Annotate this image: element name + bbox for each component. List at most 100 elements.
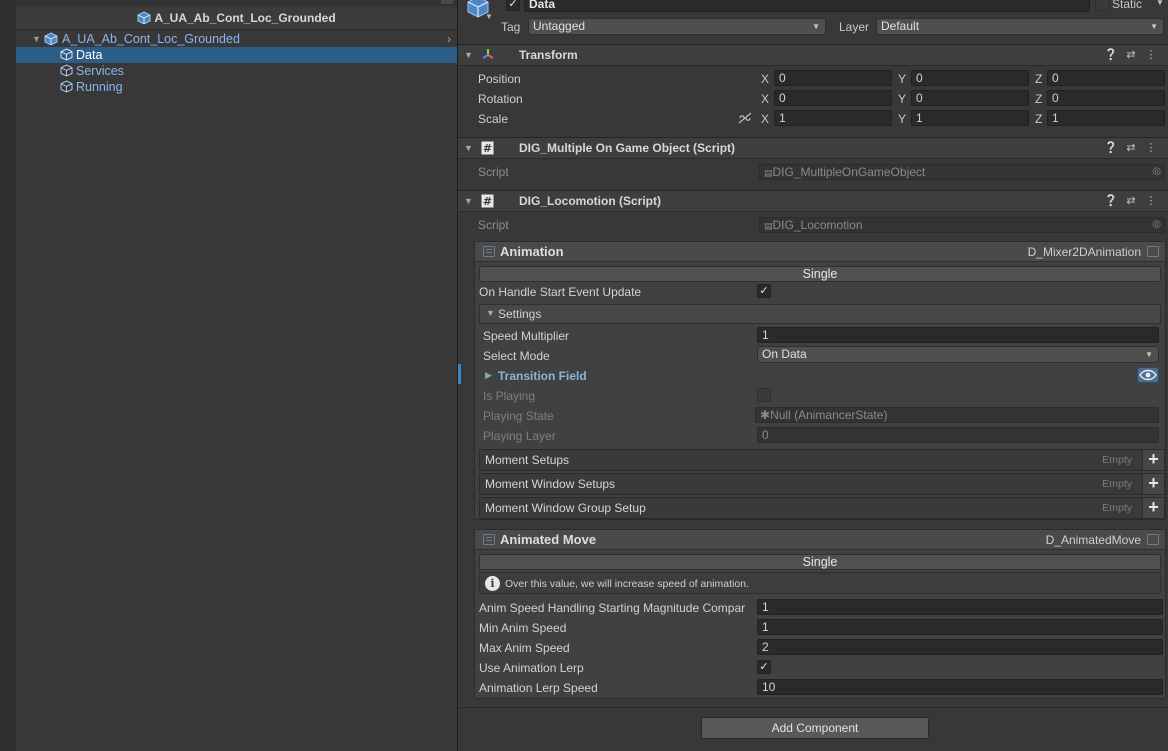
multiple-script-header[interactable]: ▼ # DIG_Multiple On Game Object (Script)…	[458, 137, 1168, 159]
max-anim-speed-input[interactable]: 2	[757, 639, 1163, 655]
axis-y-label: Y	[898, 72, 907, 86]
scale-z-input[interactable]: 1	[1047, 110, 1165, 126]
layer-dropdown[interactable]: Default ▼	[876, 18, 1164, 35]
object-name-text: Data	[529, 0, 556, 11]
preset-icon[interactable]: ⇄	[1121, 194, 1141, 207]
animated-move-mode-bar[interactable]: Single	[479, 554, 1161, 570]
settings-foldout[interactable]: ▼ Settings	[479, 304, 1161, 324]
object-name-input[interactable]: Data	[524, 0, 1090, 12]
select-mode-dropdown[interactable]: On Data ▼	[757, 346, 1159, 363]
object-picker-icon[interactable]: ◎	[1152, 218, 1161, 232]
scroll-thumb[interactable]	[441, 0, 453, 4]
context-menu-icon[interactable]: ⋮	[1141, 141, 1161, 154]
select-mode-label: Select Mode	[483, 349, 550, 363]
fold-arrow-icon[interactable]: ▼	[464, 196, 473, 206]
min-anim-speed-input[interactable]: 1	[757, 619, 1163, 635]
moment-setups-list[interactable]: Moment Setups Empty +	[479, 449, 1165, 471]
animation-lerp-speed-label: Animation Lerp Speed	[479, 681, 598, 695]
script-label: Script	[478, 165, 509, 179]
static-checkbox[interactable]	[1095, 0, 1109, 11]
rotation-x-input[interactable]: 0	[774, 90, 892, 106]
script-object-field[interactable]: ▤DIG_MultipleOnGameObject ◎	[759, 164, 1165, 180]
script-icon: #	[481, 141, 494, 155]
position-x-input[interactable]: 0	[774, 70, 892, 86]
constrain-proportions-icon[interactable]	[738, 112, 752, 127]
help-icon[interactable]: ❔	[1101, 194, 1121, 207]
axis-z-label: Z	[1035, 72, 1043, 86]
animation-lerp-speed-input[interactable]: 10	[757, 679, 1163, 695]
script-object-field[interactable]: ▤DIG_Locomotion ◎	[759, 217, 1165, 233]
object-picker-icon[interactable]: ◎	[1152, 165, 1161, 179]
animated-move-type: D_AnimatedMove	[1045, 533, 1141, 547]
scale-x-input[interactable]: 1	[774, 110, 892, 126]
speed-multiplier-input[interactable]: 1	[757, 327, 1159, 343]
speed-multiplier-value: 1	[762, 328, 769, 342]
chevron-right-icon[interactable]: ›	[447, 31, 451, 47]
is-playing-checkbox	[757, 388, 771, 402]
script-value: DIG_Locomotion	[772, 218, 863, 232]
animation-type: D_Mixer2DAnimation	[1027, 245, 1141, 259]
active-checkbox[interactable]: ✓	[506, 0, 520, 11]
locomotion-script-header[interactable]: ▼ # DIG_Locomotion (Script) ❔ ⇄ ⋮	[458, 190, 1168, 212]
add-icon[interactable]: +	[1142, 450, 1164, 470]
help-icon[interactable]: ❔	[1101, 141, 1121, 154]
position-y-input[interactable]: 0	[911, 70, 1029, 86]
anim-speed-handling-input[interactable]: 1	[757, 599, 1163, 615]
animated-move-panel-header[interactable]: Animated Move D_AnimatedMove	[475, 530, 1165, 550]
axis-y-label: Y	[898, 92, 907, 106]
list-label: Moment Window Group Setup	[485, 501, 646, 515]
transform-header[interactable]: ▼ Transform ❔ ⇄ ⋮	[458, 44, 1168, 66]
context-menu-icon[interactable]: ⋮	[1141, 48, 1161, 61]
use-animation-lerp-checkbox[interactable]: ✓	[757, 660, 771, 674]
layer-value: Default	[881, 19, 920, 33]
playing-state-value: Null (AnimancerState)	[770, 408, 888, 422]
script-label: Script	[478, 218, 509, 232]
scale-z-value: 1	[1052, 111, 1059, 125]
preset-icon[interactable]: ⇄	[1121, 48, 1141, 61]
position-z-input[interactable]: 0	[1047, 70, 1165, 86]
fold-arrow-icon[interactable]: ▶	[485, 370, 492, 381]
help-icon[interactable]: ❔	[1101, 48, 1121, 61]
hierarchy-item-services[interactable]: Services	[16, 63, 457, 79]
icon-dropdown-arrow-icon[interactable]: ▼	[485, 12, 493, 21]
fold-arrow-icon[interactable]: ▼	[464, 50, 473, 60]
expand-arrow-icon[interactable]: ▼	[32, 31, 41, 47]
hierarchy-item-running[interactable]: Running	[16, 79, 457, 95]
add-icon[interactable]: +	[1142, 474, 1164, 494]
scale-y-value: 1	[916, 111, 923, 125]
animated-move-title: Animated Move	[500, 532, 597, 547]
animation-mode-bar[interactable]: Single	[479, 266, 1161, 282]
context-menu-icon[interactable]: ⋮	[1141, 194, 1161, 207]
static-dropdown-arrow-icon[interactable]: ▼	[1156, 0, 1164, 7]
moment-window-setups-list[interactable]: Moment Window Setups Empty +	[479, 473, 1165, 495]
chevron-down-icon: ▼	[812, 22, 820, 31]
hierarchy-item-label: Running	[76, 80, 123, 94]
hierarchy-item-label: Services	[76, 64, 124, 78]
fold-arrow-icon[interactable]: ▼	[464, 143, 473, 153]
transition-field-label[interactable]: Transition Field	[498, 369, 587, 383]
add-icon[interactable]: +	[1142, 498, 1164, 518]
list-icon	[1147, 246, 1159, 257]
tag-dropdown[interactable]: Untagged ▼	[528, 18, 826, 35]
rotation-z-input[interactable]: 0	[1047, 90, 1165, 106]
splitter-indicator[interactable]	[458, 364, 461, 384]
list-icon	[483, 246, 495, 257]
info-icon: i	[485, 576, 500, 591]
hierarchy-root-row[interactable]: ▼ A_UA_Ab_Cont_Loc_Grounded ›	[16, 31, 457, 47]
hierarchy-item-data[interactable]: Data	[16, 47, 457, 63]
eye-icon[interactable]	[1137, 367, 1159, 383]
component-header-icons: ❔ ⇄ ⋮	[1101, 48, 1161, 61]
animation-panel-header[interactable]: Animation D_Mixer2DAnimation	[475, 242, 1165, 262]
moment-window-group-setup-list[interactable]: Moment Window Group Setup Empty +	[479, 497, 1165, 519]
scale-y-input[interactable]: 1	[911, 110, 1029, 126]
info-text: Over this value, we will increase speed …	[505, 578, 749, 590]
rotation-y-value: 0	[916, 91, 923, 105]
transform-icon	[481, 48, 494, 62]
fold-arrow-icon[interactable]: ▼	[486, 308, 495, 318]
max-anim-speed-label: Max Anim Speed	[479, 641, 570, 655]
add-component-button[interactable]: Add Component	[701, 717, 929, 739]
rotation-y-input[interactable]: 0	[911, 90, 1029, 106]
on-handle-checkbox[interactable]: ✓	[757, 284, 771, 298]
preset-icon[interactable]: ⇄	[1121, 141, 1141, 154]
prefab-scene-title: A_UA_Ab_Cont_Loc_Grounded	[154, 11, 336, 25]
